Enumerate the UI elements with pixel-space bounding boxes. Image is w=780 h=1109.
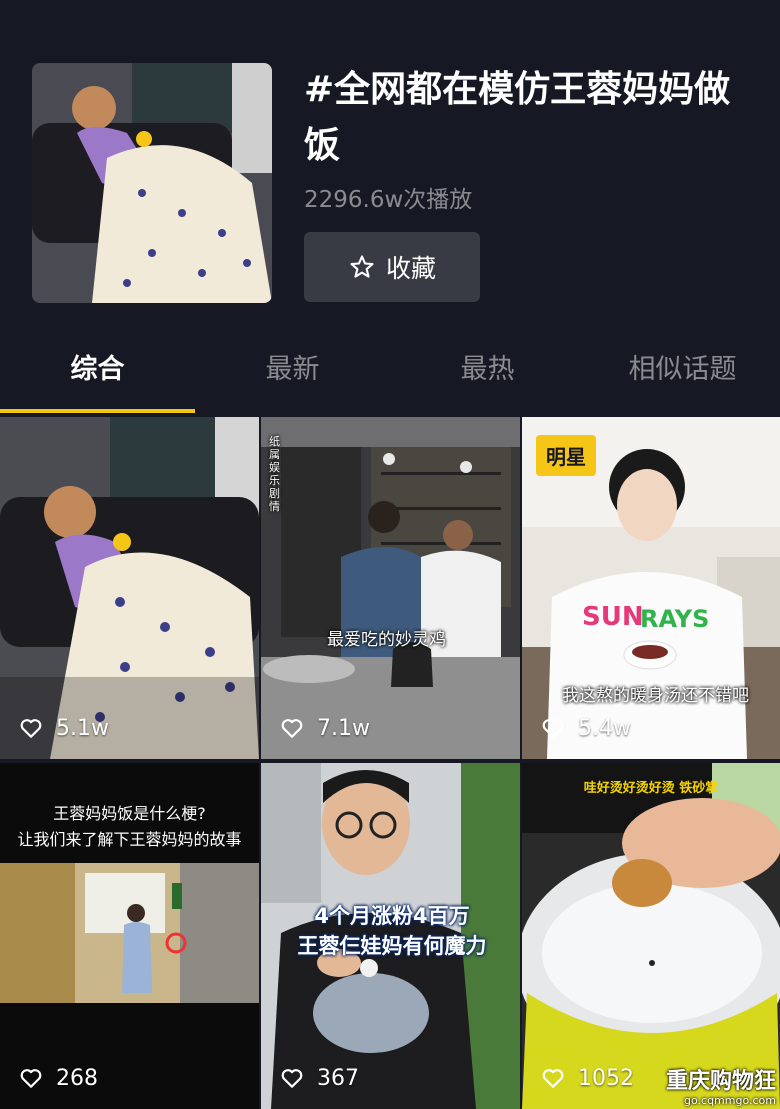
- heart-icon: [20, 719, 42, 738]
- tab-comprehensive[interactable]: 综合: [0, 340, 195, 412]
- video-thumbnail: [0, 417, 259, 759]
- watermark-main: 重庆购物狂: [665, 1069, 776, 1094]
- like-count-text: 7.1w: [317, 715, 370, 741]
- side-caption: 纸属娱乐剧情: [269, 435, 280, 513]
- svg-text:RAYS: RAYS: [640, 605, 709, 633]
- caption-line-1: 王蓉妈妈饭是什么梗?: [53, 804, 206, 823]
- like-count-text: 367: [317, 1065, 359, 1091]
- active-tab-indicator: [0, 409, 195, 413]
- caption-line-1: 4个月涨粉4百万: [314, 904, 470, 928]
- video-thumbnail: [261, 417, 520, 759]
- caption-line-2: 让我们来了解下王蓉妈妈的故事: [17, 830, 242, 849]
- heart-icon: [542, 1069, 564, 1088]
- video-caption: 王蓉妈妈饭是什么梗? 让我们来了解下王蓉妈妈的故事: [0, 801, 259, 853]
- video-caption: 最爱吃的妙灵鸡: [327, 630, 446, 650]
- like-count: 1052: [540, 1065, 634, 1091]
- like-count: 5.1w: [18, 715, 109, 741]
- video-caption: 4个月涨粉4百万 王蓉仨娃妈有何魔力: [267, 901, 517, 961]
- star-icon: [350, 255, 374, 278]
- heart-icon: [20, 1069, 42, 1088]
- heart-icon: [542, 719, 564, 738]
- video-card[interactable]: 王蓉妈妈饭是什么梗? 让我们来了解下王蓉妈妈的故事 268: [0, 763, 259, 1109]
- like-count-text: 268: [56, 1065, 98, 1091]
- celebrity-badge: 明星: [536, 435, 596, 476]
- watermark-sub: go.cqmmgo.com: [684, 1094, 776, 1107]
- like-count: 7.1w: [279, 715, 370, 741]
- tab-similar-topics[interactable]: 相似话题: [585, 340, 780, 412]
- favorite-button[interactable]: 收藏: [304, 232, 480, 302]
- tab-hottest[interactable]: 最热: [390, 340, 585, 412]
- favorite-label: 收藏: [385, 254, 436, 283]
- video-card[interactable]: 纸属娱乐剧情 最爱吃的妙灵鸡 7.1w: [261, 417, 520, 759]
- video-caption: 哇好烫好烫好烫 铁砂掌: [583, 781, 719, 796]
- video-grid: 5.1w 纸属娱乐剧情 最爱吃的妙灵鸡 7.1w SUN RAYS 明星 我这熬…: [0, 417, 780, 1109]
- topic-title: #全网都在模仿王蓉妈妈做饭: [304, 69, 731, 166]
- tab-latest[interactable]: 最新: [195, 340, 390, 412]
- heart-icon: [281, 1069, 303, 1088]
- like-count-text: 1052: [578, 1065, 634, 1091]
- video-caption: 我这熬的暖身汤还不错吧: [562, 686, 749, 706]
- like-count-text: 5.4w: [578, 715, 631, 741]
- video-card[interactable]: 4个月涨粉4百万 王蓉仨娃妈有何魔力 367: [261, 763, 520, 1109]
- site-watermark: 重庆购物狂 go.cqmmgo.com: [666, 1069, 776, 1107]
- play-count: 2296.6w次播放: [304, 187, 473, 213]
- video-card[interactable]: 哇好烫好烫好烫 铁砂掌 1052: [522, 763, 780, 1109]
- video-card[interactable]: SUN RAYS 明星 我这熬的暖身汤还不错吧 5.4w: [522, 417, 780, 759]
- like-count: 5.4w: [540, 715, 631, 741]
- topic-header: #全网都在模仿王蓉妈妈做饭 2296.6w次播放 收藏: [0, 0, 780, 340]
- tab-bar: 综合 最新 最热 相似话题: [0, 340, 780, 412]
- like-count: 268: [18, 1065, 98, 1091]
- heart-icon: [281, 719, 303, 738]
- like-count-text: 5.1w: [56, 715, 109, 741]
- video-card[interactable]: 5.1w: [0, 417, 259, 759]
- video-thumbnail: [522, 763, 780, 1109]
- like-count: 367: [279, 1065, 359, 1091]
- caption-line-2: 王蓉仨娃妈有何魔力: [297, 934, 487, 958]
- svg-text:SUN: SUN: [582, 602, 644, 632]
- topic-cover-image[interactable]: [32, 63, 272, 303]
